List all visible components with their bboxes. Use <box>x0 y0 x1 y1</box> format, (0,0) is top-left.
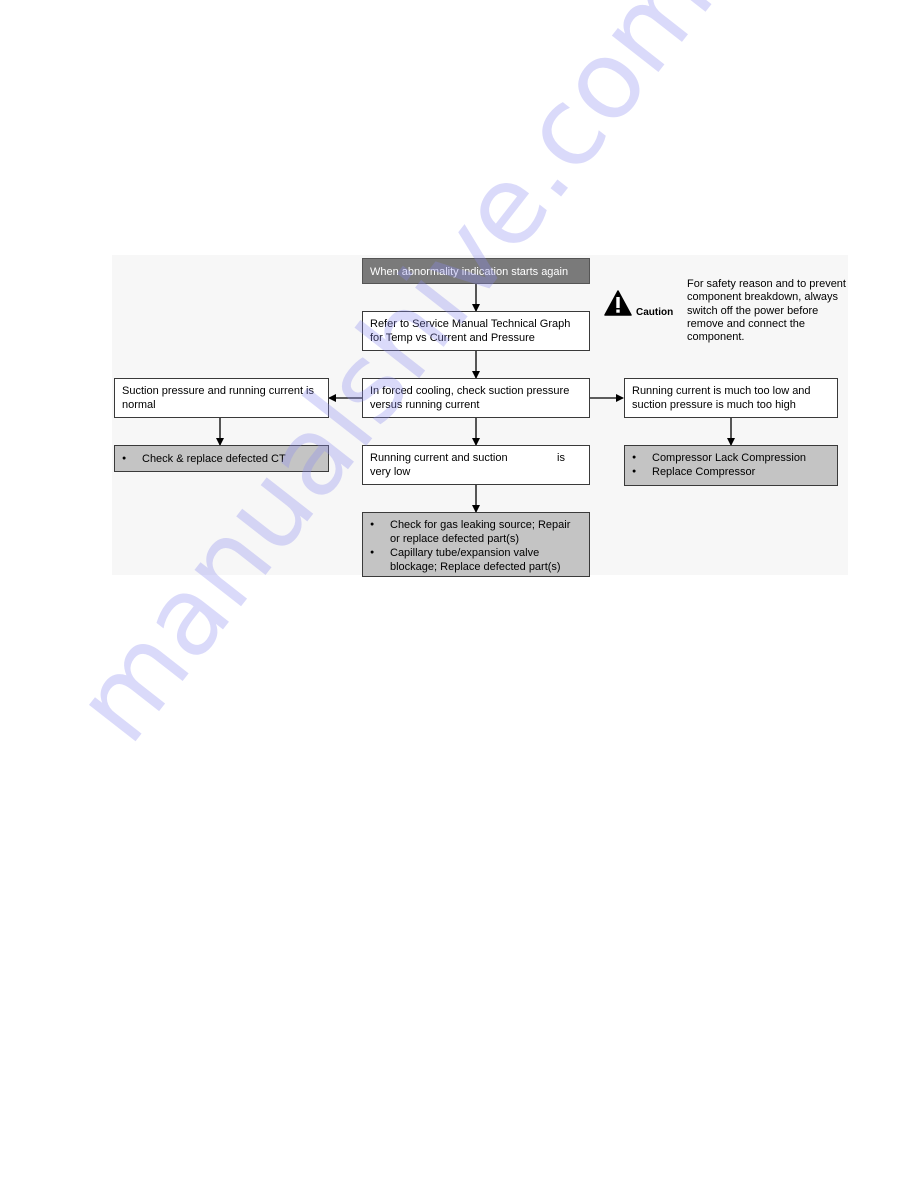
left-condition-text: Suction pressure and running current is … <box>122 385 314 411</box>
start-box-text: When abnormality indication starts again <box>370 266 569 278</box>
left-action-list: Check & replace defected CT <box>122 452 321 466</box>
list-item: Compressor Lack Compression <box>632 451 830 465</box>
start-box: When abnormality indication starts again <box>362 258 590 284</box>
center-action-box: Check for gas leaking source; Repair or … <box>362 512 590 577</box>
left-action-box: Check & replace defected CT <box>114 445 329 472</box>
right-action-box: Compressor Lack Compression Replace Comp… <box>624 445 838 486</box>
center-condition-text-is: is <box>557 452 565 464</box>
list-item: Capillary tube/expansion valve blockage;… <box>370 546 582 574</box>
center-condition-text-line1: Running current and suction <box>370 452 508 464</box>
center-action-list: Check for gas leaking source; Repair or … <box>370 518 582 574</box>
center-condition-box: Running current and suction is very low <box>362 445 590 485</box>
list-item: Check for gas leaking source; Repair or … <box>370 518 582 546</box>
caution-label: Caution <box>636 307 674 318</box>
left-condition-box: Suction pressure and running current is … <box>114 378 329 418</box>
center-condition-text-line2: very low <box>370 466 411 478</box>
refer-box: Refer to Service Manual Technical Graph … <box>362 311 590 351</box>
flowchart-connectors <box>216 284 735 513</box>
check-box-text: In forced cooling, check suction pressur… <box>370 385 570 411</box>
refer-box-text: Refer to Service Manual Technical Graph … <box>370 318 571 344</box>
caution-text: For safety reason and to prevent compone… <box>687 278 846 344</box>
check-box: In forced cooling, check suction pressur… <box>362 378 590 418</box>
list-item: Check & replace defected CT <box>122 452 321 466</box>
right-action-list: Compressor Lack Compression Replace Comp… <box>632 451 830 479</box>
right-condition-box: Running current is much too low and suct… <box>624 378 838 418</box>
list-item: Replace Compressor <box>632 465 830 479</box>
right-condition-text: Running current is much too low and suct… <box>632 385 811 411</box>
warning-triangle-icon <box>604 290 632 321</box>
